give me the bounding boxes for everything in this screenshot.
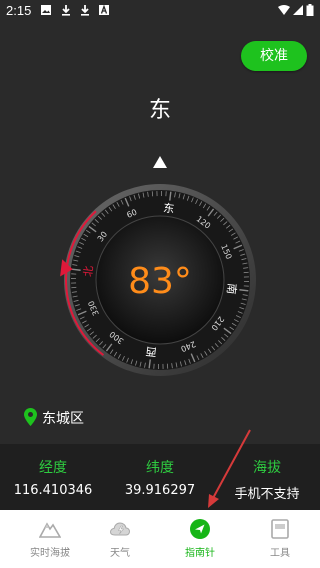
tools-icon	[271, 519, 289, 539]
nav-label-tools: 工具	[270, 548, 290, 559]
download-icon	[81, 5, 89, 16]
compass-dial: 北东南西3060120150210240300330 83°	[60, 184, 256, 376]
compass-nav-icon	[190, 519, 210, 539]
nav-label-weather: 天气	[110, 548, 130, 559]
annotation-arrow-icon	[208, 429, 251, 508]
signal-icon	[293, 5, 303, 15]
nav-label-compass: 指南针	[185, 548, 215, 559]
nav-item-weather[interactable]: 天气	[80, 510, 160, 568]
nav-label-altitude: 实时海拔	[30, 548, 70, 559]
weather-icon	[109, 522, 131, 536]
mountain-icon	[39, 522, 61, 538]
wifi-icon	[278, 5, 290, 15]
longitude-label: 经度	[39, 460, 67, 476]
nav-item-tools[interactable]: 工具	[240, 510, 320, 568]
latitude-label: 纬度	[146, 460, 174, 476]
status-time: 2:15	[6, 3, 32, 18]
coordinates-panel: 经度 116.410346 纬度 39.916297 海拔 手机不支持	[0, 444, 320, 510]
battery-icon	[306, 4, 314, 16]
cardinal-west: 西	[145, 344, 158, 358]
bottom-navigation: 实时海拔 天气 指南针 工具	[0, 510, 320, 568]
heading-degree-text: 83°	[128, 261, 192, 302]
download-icon	[62, 5, 70, 16]
location-pin-icon	[24, 408, 37, 426]
calibrate-button[interactable]: 校准	[241, 41, 307, 71]
app-notification-icon	[99, 4, 109, 15]
cardinal-south: 南	[224, 283, 238, 296]
status-bar: 2:15	[0, 0, 320, 22]
cardinal-east: 东	[163, 201, 176, 215]
cardinal-north: 北	[81, 265, 95, 278]
longitude-value: 116.410346	[13, 483, 93, 498]
image-notification-icon	[41, 5, 51, 15]
direction-label: 东	[148, 98, 171, 123]
latitude-value: 39.916297	[124, 483, 196, 498]
nav-item-altitude[interactable]: 实时海拔	[10, 510, 90, 568]
nav-item-compass[interactable]: 指南针	[160, 510, 240, 568]
location-name: 东城区	[42, 411, 84, 427]
heading-pointer-icon	[153, 156, 167, 168]
